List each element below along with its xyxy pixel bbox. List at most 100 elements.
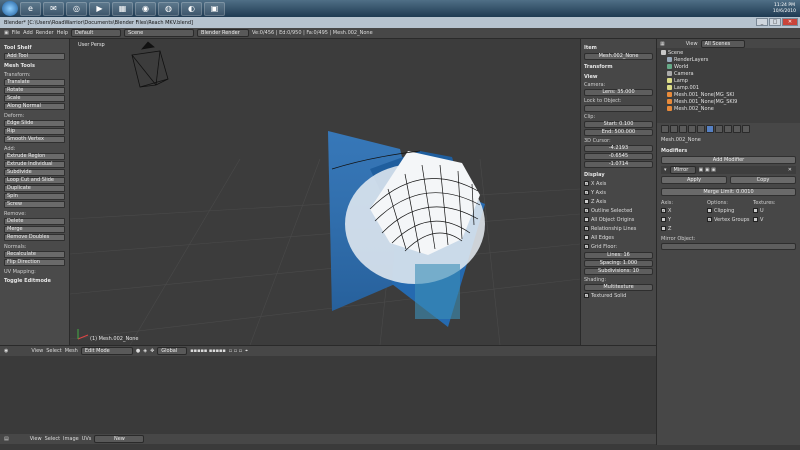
shading-select[interactable]: Multitexture	[584, 284, 653, 291]
mode-select[interactable]: Edit Mode	[80, 347, 133, 355]
screw-button[interactable]: Screw	[4, 201, 65, 208]
add-modifier-button[interactable]: Add Modifier	[661, 156, 796, 164]
close-icon[interactable]: ✕	[788, 167, 792, 173]
blender-icon[interactable]: ◐	[181, 1, 202, 16]
editor-type-icon[interactable]: ▤	[4, 436, 9, 442]
textured-solid-checkbox[interactable]: ✓ Textured Solid	[584, 292, 653, 299]
grid-subdivisions-field[interactable]: Subdivisions: 10	[584, 268, 653, 275]
orientation-select[interactable]: Global	[157, 347, 188, 355]
cursor-x-field[interactable]: -4.2193	[584, 145, 653, 152]
data-tab[interactable]	[715, 125, 723, 133]
outline-selected-checkbox[interactable]: ✓ Outline Selected	[584, 207, 653, 214]
add-tool-button[interactable]: Add Tool	[4, 53, 65, 60]
remove-doubles-button[interactable]: Remove Doubles	[4, 234, 65, 241]
tool-shelf-title[interactable]: Tool Shelf	[4, 45, 65, 51]
render-tab[interactable]	[661, 125, 669, 133]
view-panel-header[interactable]: View	[584, 74, 653, 80]
grid-lines-field[interactable]: Lines: 16	[584, 252, 653, 259]
lens-field[interactable]: Lens: 35.000	[584, 89, 653, 96]
modifiers-tab[interactable]	[706, 125, 714, 133]
menu-select[interactable]: Select	[45, 436, 60, 442]
viewport-scene[interactable]	[70, 39, 580, 345]
chrome-icon[interactable]: ◍	[158, 1, 179, 16]
render-engine-select[interactable]: Blender Render	[197, 29, 250, 37]
layout-select[interactable]: Default	[71, 29, 122, 37]
along-normal-button[interactable]: Along Normal	[4, 103, 65, 110]
start-button[interactable]	[2, 1, 18, 16]
menu-render[interactable]: Render	[36, 30, 54, 36]
physics-tab[interactable]	[742, 125, 750, 133]
item-name-field[interactable]: Mesh.002_None	[584, 53, 653, 60]
layer-buttons[interactable]: ▪▪▪▪▪ ▪▪▪▪▪	[190, 348, 225, 354]
outliner-display-select[interactable]: All Scenes	[700, 39, 745, 48]
apply-button[interactable]: Apply	[661, 176, 727, 184]
edge-slide-button[interactable]: Edge Slide	[4, 120, 65, 127]
modifier-visibility-icons[interactable]: ▣ ▣ ▣	[699, 167, 716, 173]
modifier-name-field[interactable]: Mirror	[669, 166, 696, 174]
extrude-individual-button[interactable]: Extrude Individual	[4, 161, 65, 168]
minimize-button[interactable]: _	[756, 18, 768, 26]
modifiers-header[interactable]: Modifiers	[661, 148, 796, 154]
delete-button[interactable]: Delete	[4, 218, 65, 225]
transform-panel-header[interactable]: Transform	[584, 64, 653, 70]
menu-view[interactable]: View	[31, 348, 43, 354]
toggle-editmode-button[interactable]: Toggle Editmode	[4, 278, 65, 284]
menu-mesh[interactable]: Mesh	[65, 348, 78, 354]
recalculate-button[interactable]: Recalculate	[4, 251, 65, 258]
outliner-row[interactable]: World	[659, 63, 798, 70]
scene-select[interactable]: Scene	[124, 29, 195, 37]
z-axis-checkbox[interactable]: Z Axis	[584, 198, 653, 205]
expand-arrow-icon[interactable]: ▾	[664, 167, 667, 173]
relationship-lines-checkbox[interactable]: ✓ Relationship Lines	[584, 225, 653, 232]
cursor-z-field[interactable]: -1.0714	[584, 161, 653, 168]
duplicate-button[interactable]: Duplicate	[4, 185, 65, 192]
ie-icon[interactable]: e	[20, 1, 41, 16]
rotate-button[interactable]: Rotate	[4, 87, 65, 94]
editor-type-icon[interactable]: ▦	[660, 41, 665, 47]
vertex-groups-checkbox[interactable]: ✓ Vertex Groups	[707, 216, 750, 223]
clock[interactable]: 11:24 PM 10/6/2010	[773, 3, 796, 15]
window-icon[interactable]: ▣	[204, 1, 225, 16]
clipping-checkbox[interactable]: Clipping	[707, 207, 750, 214]
outliner-row[interactable]: Mesh.001_None|MG_SKI	[659, 91, 798, 98]
cursor-y-field[interactable]: -0.6545	[584, 153, 653, 160]
mirror-object-field[interactable]	[661, 243, 796, 250]
outliner-view-menu[interactable]: View	[686, 41, 698, 47]
outliner-row[interactable]: Scene	[659, 49, 798, 56]
menu-select[interactable]: Select	[46, 348, 61, 354]
extrude-region-button[interactable]: Extrude Region	[4, 153, 65, 160]
display-panel-header[interactable]: Display	[584, 172, 653, 178]
app-icon[interactable]: ◎	[66, 1, 87, 16]
menu-help[interactable]: Help	[57, 30, 68, 36]
constraints-tab[interactable]	[697, 125, 705, 133]
scene-tab[interactable]	[670, 125, 678, 133]
menu-image[interactable]: Image	[63, 436, 79, 442]
select-mode-icons[interactable]: ▫ ▫ ▫	[229, 348, 242, 354]
item-panel-header[interactable]: Item	[584, 45, 653, 51]
clip-end-field[interactable]: End: 500.000	[584, 129, 653, 136]
merge-button[interactable]: Merge	[4, 226, 65, 233]
mesh-tools-header[interactable]: Mesh Tools	[4, 63, 65, 69]
texture-u-checkbox[interactable]: U	[753, 207, 796, 214]
all-object-origins-checkbox[interactable]: All Object Origins	[584, 216, 653, 223]
rip-button[interactable]: Rip	[4, 128, 65, 135]
smooth-vertex-button[interactable]: Smooth Vertex	[4, 136, 65, 143]
menu-uvs[interactable]: UVs	[82, 436, 92, 442]
outliner-row[interactable]: Lamp	[659, 77, 798, 84]
outliner-row[interactable]: Lamp.001	[659, 84, 798, 91]
axis-x-checkbox[interactable]: ✓ X	[661, 207, 704, 214]
flip-direction-button[interactable]: Flip Direction	[4, 259, 65, 266]
outliner-row[interactable]: RenderLayers	[659, 56, 798, 63]
scale-button[interactable]: Scale	[4, 95, 65, 102]
maximize-button[interactable]: □	[769, 18, 781, 26]
manipulator-icon[interactable]: ✥	[150, 348, 154, 354]
material-tab[interactable]	[724, 125, 732, 133]
translate-button[interactable]: Translate	[4, 79, 65, 86]
x-axis-checkbox[interactable]: ✓ X Axis	[584, 180, 653, 187]
uv-mapping-label[interactable]: UV Mapping:	[4, 269, 65, 275]
firefox-icon[interactable]: ◉	[135, 1, 156, 16]
snap-icon[interactable]: ⌖	[245, 348, 248, 354]
menu-file[interactable]: File	[12, 30, 20, 36]
clip-start-field[interactable]: Start: 0.100	[584, 121, 653, 128]
mail-icon[interactable]: ✉	[43, 1, 64, 16]
